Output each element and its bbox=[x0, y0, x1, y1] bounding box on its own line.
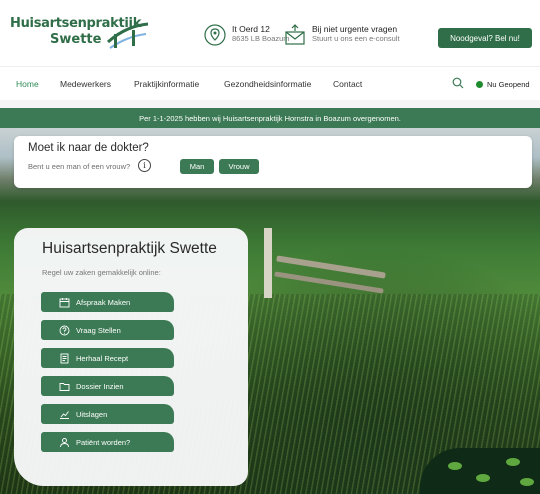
afspraak-maken-label: Afspraak Maken bbox=[76, 297, 131, 307]
card-title: Huisartsenpraktijk Swette bbox=[42, 240, 217, 257]
e-consult-block[interactable]: Bij niet urgente vragen Stuurt u ons een… bbox=[284, 24, 400, 46]
dossier-inzien-button[interactable]: Dossier Inzien bbox=[41, 376, 174, 396]
vrouw-button[interactable]: Vrouw bbox=[219, 159, 259, 174]
uitslagen-label: Uitslagen bbox=[76, 409, 108, 419]
consult-line1: Bij niet urgente vragen bbox=[312, 24, 398, 34]
herhaal-recept-button[interactable]: Herhaal Recept bbox=[41, 348, 174, 368]
nav-item-home[interactable]: Home bbox=[16, 79, 39, 89]
nav-item-contact[interactable]: Contact bbox=[333, 79, 362, 89]
logo-line2: Swette bbox=[50, 32, 102, 47]
patient-worden-button[interactable]: Patiënt worden? bbox=[41, 432, 174, 452]
open-status: Nu Geopend bbox=[476, 80, 530, 89]
announcement-banner: Per 1-1-2025 hebben wij Huisartsenprakti… bbox=[0, 108, 540, 128]
prescription-icon bbox=[60, 353, 69, 363]
card-subtitle: Regel uw zaken gemakkelijk online: bbox=[42, 268, 161, 277]
search-icon[interactable] bbox=[452, 77, 464, 89]
site-header: Huisartsenpraktijk Swette It Oerd 12 863… bbox=[0, 0, 540, 66]
patient-icon bbox=[60, 437, 69, 447]
uitslagen-button[interactable]: Uitslagen bbox=[41, 404, 174, 424]
question-title: Moet ik naar de dokter? bbox=[28, 142, 149, 154]
main-navigation: Home Medewerkers Praktijkinformatie Gezo… bbox=[0, 66, 540, 100]
vraag-stellen-button[interactable]: Vraag Stellen bbox=[41, 320, 174, 340]
open-status-label: Nu Geopend bbox=[487, 80, 530, 89]
status-dot-icon bbox=[476, 81, 483, 88]
question-subtitle: Bent u een man of een vrouw? bbox=[28, 162, 131, 171]
nav-item-praktijkinformatie[interactable]: Praktijkinformatie bbox=[134, 79, 199, 89]
question-icon bbox=[59, 325, 70, 335]
logo-bridge-icon bbox=[107, 22, 149, 49]
afspraak-maken-button[interactable]: Afspraak Maken bbox=[41, 292, 174, 312]
doctor-question-panel: Moet ik naar de dokter? Bent u een man o… bbox=[14, 136, 532, 188]
address-line2: 8635 LB Boazum bbox=[232, 34, 290, 43]
info-icon[interactable]: i bbox=[138, 159, 151, 172]
calendar-icon bbox=[59, 297, 70, 307]
man-button[interactable]: Man bbox=[180, 159, 214, 174]
water-pond bbox=[420, 448, 540, 494]
mail-upload-icon bbox=[285, 24, 305, 45]
location-pin-icon bbox=[204, 24, 226, 46]
practice-card: Huisartsenpraktijk Swette Regel uw zaken… bbox=[14, 228, 248, 486]
results-icon bbox=[60, 410, 69, 419]
vraag-stellen-label: Vraag Stellen bbox=[76, 325, 121, 335]
logo[interactable]: Huisartsenpraktijk Swette bbox=[10, 16, 160, 56]
consult-line2: Stuurt u ons een e-consult bbox=[312, 34, 400, 43]
herhaal-recept-label: Herhaal Recept bbox=[76, 353, 129, 363]
lily-pad bbox=[448, 462, 462, 470]
address-block: It Oerd 12 8635 LB Boazum bbox=[204, 24, 290, 46]
patient-worden-label: Patiënt worden? bbox=[76, 437, 131, 447]
lily-pad bbox=[506, 458, 520, 466]
nav-item-gezondheidsinformatie[interactable]: Gezondheidsinformatie bbox=[224, 79, 311, 89]
nav-item-medewerkers[interactable]: Medewerkers bbox=[60, 79, 111, 89]
folder-icon bbox=[59, 382, 70, 391]
lily-pad bbox=[476, 474, 490, 482]
dossier-inzien-label: Dossier Inzien bbox=[76, 381, 124, 391]
emergency-call-button[interactable]: Noodgeval? Bel nu! bbox=[438, 28, 532, 48]
address-line1: It Oerd 12 bbox=[232, 24, 270, 34]
fence-post bbox=[264, 228, 272, 298]
lily-pad bbox=[520, 478, 534, 486]
